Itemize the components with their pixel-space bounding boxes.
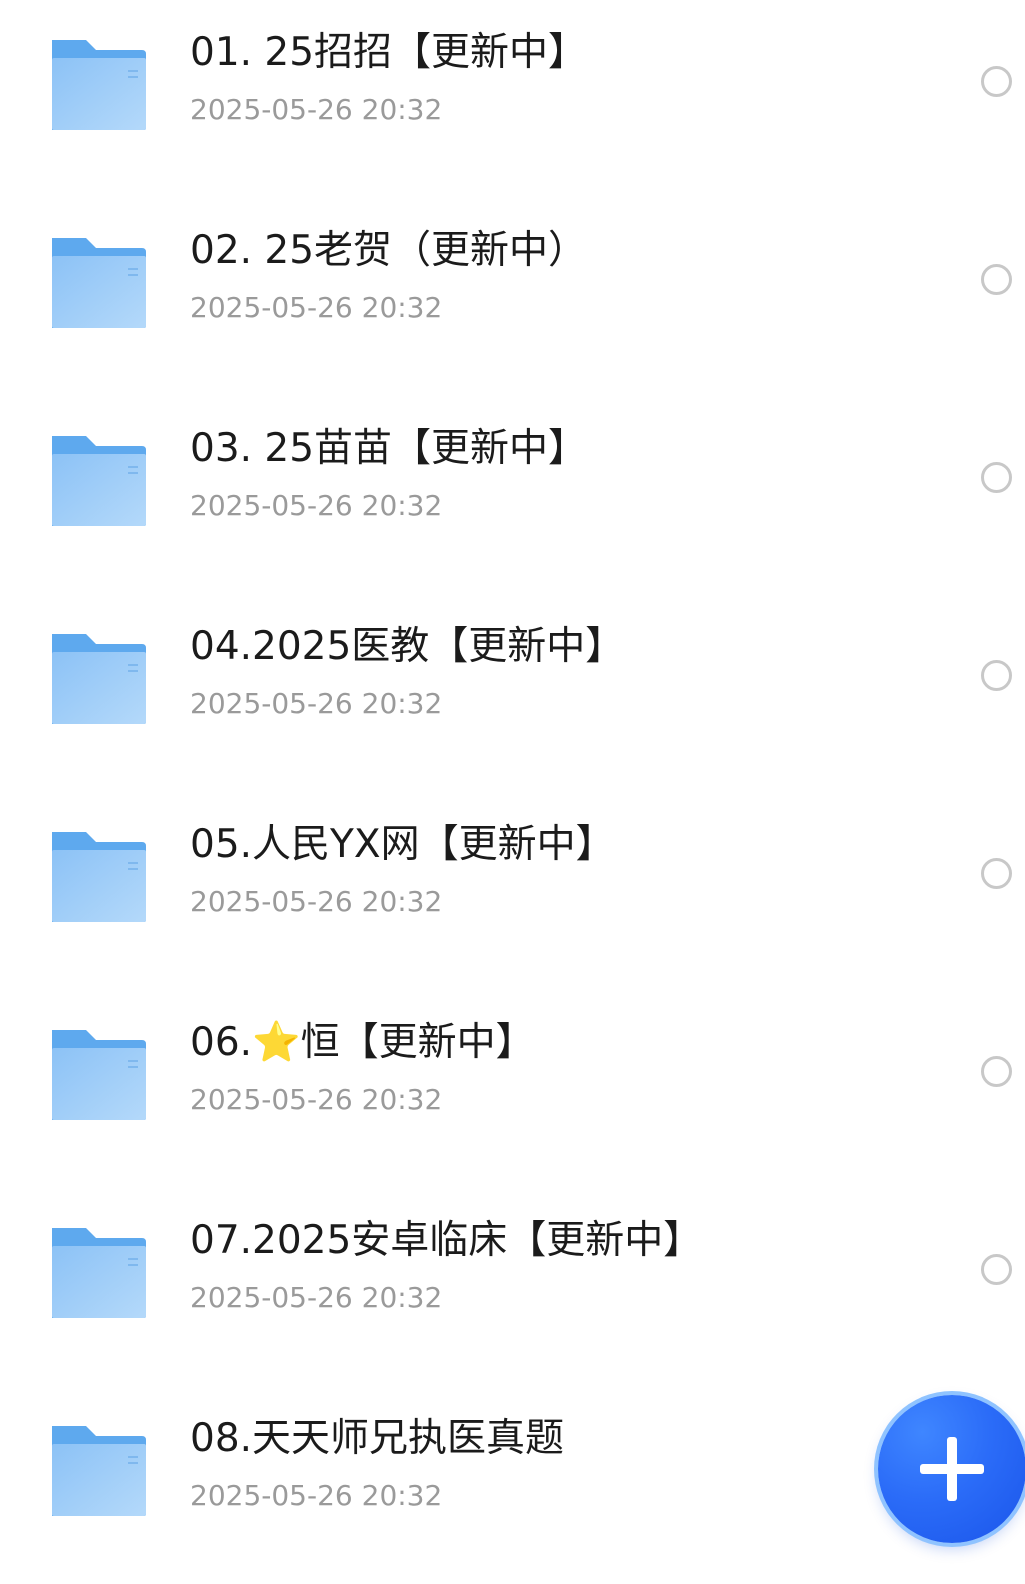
file-list: 01. 25招招【更新中】 2025-05-26 20:32 02. 25老贺（…	[0, 0, 1025, 1561]
file-row[interactable]: 05.人民YX网【更新中】 2025-05-26 20:32	[0, 792, 1025, 990]
file-name: 02. 25老贺（更新中）	[190, 228, 588, 273]
add-fab-button[interactable]	[878, 1395, 1025, 1543]
folder-icon	[50, 830, 148, 924]
file-row[interactable]: 04.2025医教【更新中】 2025-05-26 20:32	[0, 594, 1025, 792]
file-row[interactable]: 01. 25招招【更新中】 2025-05-26 20:32	[0, 0, 1025, 198]
file-row[interactable]: 07.2025安卓临床【更新中】 2025-05-26 20:32	[0, 1188, 1025, 1386]
folder-icon	[50, 1226, 148, 1320]
select-radio[interactable]	[981, 1254, 1012, 1285]
select-radio[interactable]	[981, 66, 1012, 97]
folder-icon	[50, 1028, 148, 1122]
select-radio[interactable]	[981, 462, 1012, 493]
file-date: 2025-05-26 20:32	[190, 1281, 443, 1314]
select-radio[interactable]	[981, 660, 1012, 691]
file-row[interactable]: 08.天天师兄执医真题 2025-05-26 20:32	[0, 1386, 1025, 1584]
file-date: 2025-05-26 20:32	[190, 687, 443, 720]
file-row[interactable]: 02. 25老贺（更新中） 2025-05-26 20:32	[0, 198, 1025, 396]
folder-icon	[50, 38, 148, 132]
select-radio[interactable]	[981, 264, 1012, 295]
file-row[interactable]: 03. 25苗苗【更新中】 2025-05-26 20:32	[0, 396, 1025, 594]
file-date: 2025-05-26 20:32	[190, 93, 443, 126]
file-name: 06.⭐恒【更新中】	[190, 1020, 535, 1065]
file-name: 05.人民YX网【更新中】	[190, 822, 615, 867]
file-date: 2025-05-26 20:32	[190, 1083, 443, 1116]
file-date: 2025-05-26 20:32	[190, 489, 443, 522]
file-name: 04.2025医教【更新中】	[190, 624, 625, 669]
file-date: 2025-05-26 20:32	[190, 885, 443, 918]
file-name: 08.天天师兄执医真题	[190, 1416, 565, 1461]
folder-icon	[50, 1424, 148, 1518]
plus-icon	[920, 1437, 984, 1501]
file-row[interactable]: 06.⭐恒【更新中】 2025-05-26 20:32	[0, 990, 1025, 1188]
file-name: 07.2025安卓临床【更新中】	[190, 1218, 703, 1263]
folder-icon	[50, 236, 148, 330]
select-radio[interactable]	[981, 1056, 1012, 1087]
file-date: 2025-05-26 20:32	[190, 291, 443, 324]
file-name: 01. 25招招【更新中】	[190, 30, 588, 75]
file-date: 2025-05-26 20:32	[190, 1479, 443, 1512]
file-name: 03. 25苗苗【更新中】	[190, 426, 588, 471]
select-radio[interactable]	[981, 858, 1012, 889]
folder-icon	[50, 434, 148, 528]
folder-icon	[50, 632, 148, 726]
